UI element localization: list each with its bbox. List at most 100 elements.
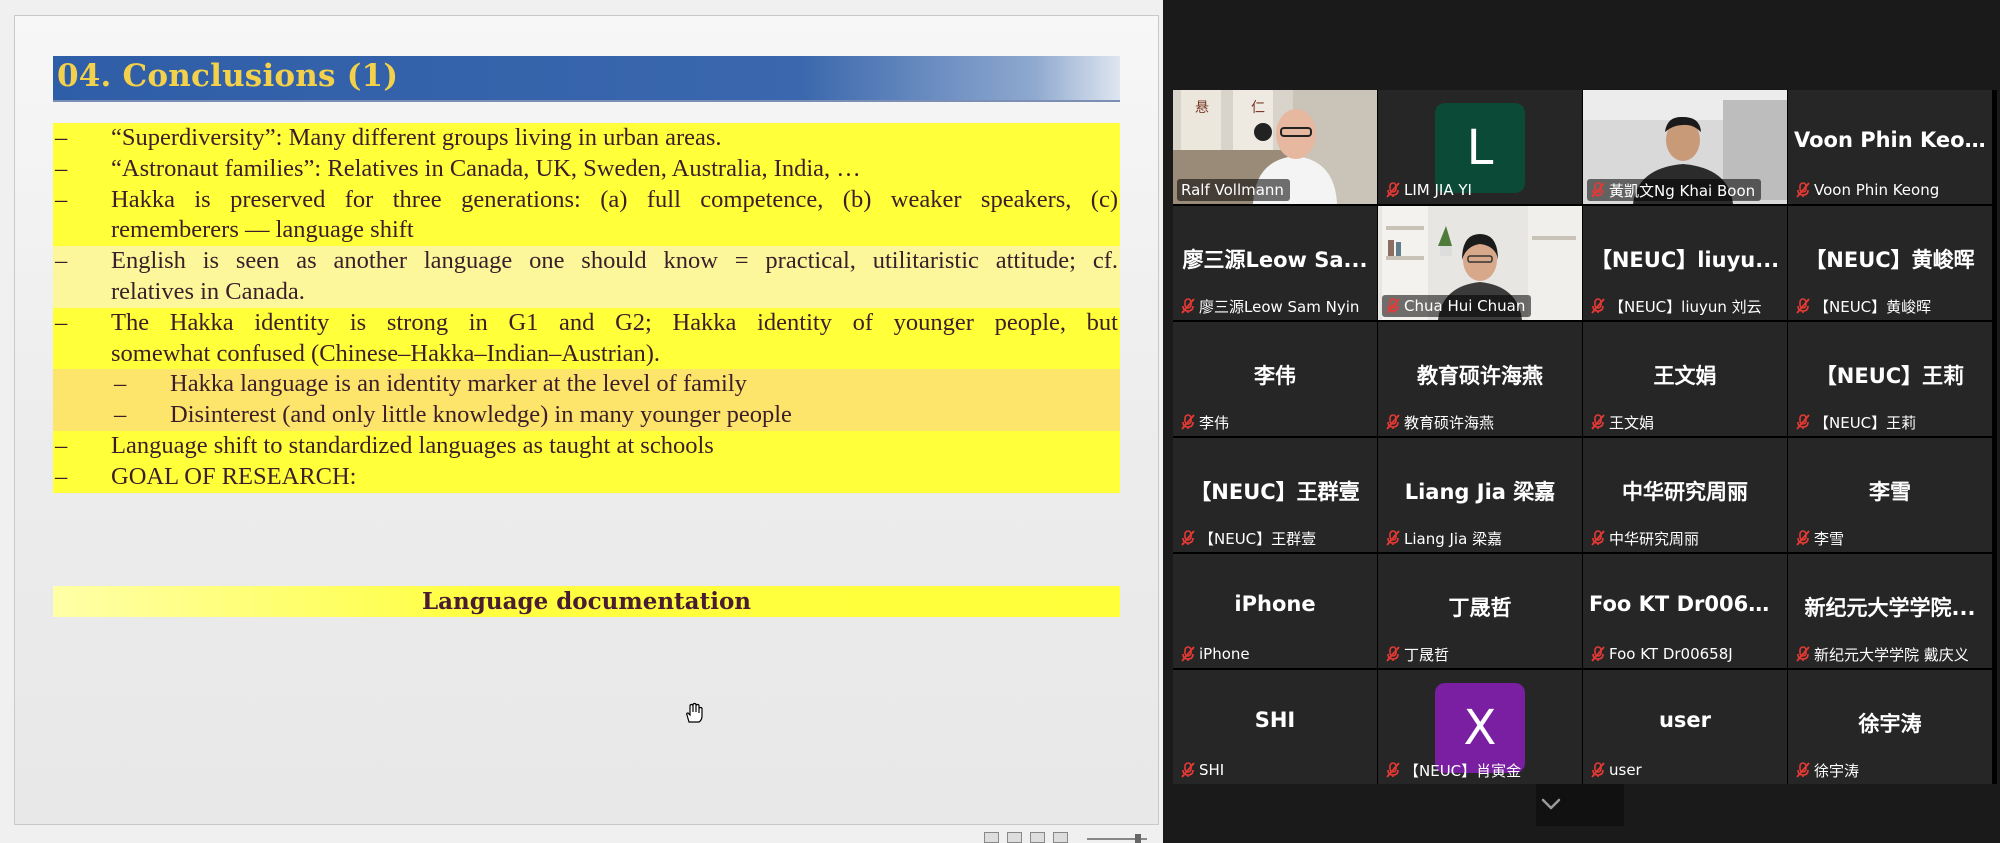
bullet-line: – Hakka is preserved for three generatio… [53,184,1120,216]
chevron-down-icon[interactable] [1537,794,1565,814]
participant-name: Liang Jia 梁嘉 [1404,529,1503,548]
participant-name: 【NEUC】liuyun 刘云 [1609,297,1762,316]
mic-muted-icon [1591,414,1605,430]
participant-tile[interactable]: 新纪元大学学院... 新纪元大学学院 戴庆义 [1788,554,1992,668]
participant-tile[interactable]: 徐宇涛 徐宇涛 [1788,670,1992,784]
participant-tile[interactable]: SHI SHI [1173,670,1377,784]
participant-name: Foo KT Dr00658J [1609,645,1733,663]
participant-display-name: Voon Phin Keong [1794,128,1986,152]
bullet-line: – Language shift to standardized languag… [53,430,1120,462]
participant-tile[interactable]: 【NEUC】liuyu... 【NEUC】liuyun 刘云 [1583,206,1787,320]
participant-name: 【NEUC】王莉 [1814,413,1917,432]
participant-name-label: Chua Hui Chuan [1382,295,1532,317]
participant-name-label: 【NEUC】黄峻晖 [1792,295,1937,317]
participant-tile[interactable]: 黃凱文Ng Khai Boon [1583,90,1787,204]
participant-display-name: 廖三源Leow Sa... [1182,248,1368,272]
mic-muted-icon [1386,530,1400,546]
mic-muted-icon [1591,646,1605,662]
participant-name-label: 【NEUC】liuyun 刘云 [1587,295,1768,317]
bullet-text: English is seen as another language one … [111,247,1118,275]
participant-name: 新纪元大学学院 戴庆义 [1814,645,1969,664]
participant-tile[interactable]: 中华研究周丽 中华研究周丽 [1583,438,1787,552]
participant-name-label: SHI [1177,759,1230,781]
participant-display-name: 李伟 [1254,364,1296,388]
bullet-text: GOAL OF RESEARCH: [111,462,357,490]
participant-tile[interactable]: Foo KT Dr00658J Foo KT Dr00658J [1583,554,1787,668]
bullet-dash: – [55,462,68,490]
participant-tile[interactable]: X 【NEUC】肖寅金 [1378,670,1582,784]
participant-tile[interactable]: 【NEUC】王莉 【NEUC】王莉 [1788,322,1992,436]
participant-name-label: user [1587,759,1648,781]
participant-tile[interactable]: 教育硕许海燕 教育硕许海燕 [1378,322,1582,436]
participant-name: 徐宇涛 [1814,761,1860,780]
participant-display-name: user [1658,708,1712,732]
slide-title: 04. Conclusions (1) [57,58,399,94]
mic-muted-icon [1181,762,1195,778]
svg-text:仁: 仁 [1251,100,1265,116]
bullet-line: – GOAL OF RESEARCH: [53,461,1120,493]
slideshow-view-button[interactable] [1053,832,1068,843]
participant-tile[interactable]: Liang Jia 梁嘉 Liang Jia 梁嘉 [1378,438,1582,552]
participant-name-label: 黃凱文Ng Khai Boon [1587,179,1762,201]
participant-name: SHI [1199,761,1225,779]
participant-tile[interactable]: iPhone iPhone [1173,554,1377,668]
hand-cursor-icon [686,702,703,723]
participant-grid: 悬 仁 Ralf Vollmann L LIM JIA YI 黃凱文Ng Kha… [1173,90,1997,784]
participant-name: Voon Phin Keong [1814,181,1940,199]
mic-muted-icon [1796,182,1810,198]
bullet-line: – “Astronaut families”: Relatives in Can… [53,153,1120,185]
sub-bullet-line: – Hakka language is an identity marker a… [53,369,1120,401]
participant-name: 李伟 [1199,413,1230,432]
participant-display-name: 丁晟哲 [1448,596,1512,620]
participant-display-name: 【NEUC】黄峻晖 [1805,248,1975,272]
participant-name-label: Ralf Vollmann [1177,179,1290,201]
reading-view-button[interactable] [1030,832,1045,843]
participant-name: Ralf Vollmann [1181,181,1284,199]
participant-name-label: Liang Jia 梁嘉 [1382,527,1508,549]
participant-tile[interactable]: 李伟 李伟 [1173,322,1377,436]
participant-display-name: 王文娟 [1653,364,1717,388]
participant-tile[interactable]: 【NEUC】黄峻晖 【NEUC】黄峻晖 [1788,206,1992,320]
participant-name-label: 丁晟哲 [1382,643,1455,665]
mic-muted-icon [1591,762,1605,778]
participant-tile[interactable]: Chua Hui Chuan [1378,206,1582,320]
participant-tile[interactable]: L LIM JIA YI [1378,90,1582,204]
shared-screen: 04. Conclusions (1) – “Superdiversity”: … [0,0,1163,843]
participant-name: 黃凱文Ng Khai Boon [1609,181,1756,200]
zoom-slider-thumb[interactable] [1135,834,1141,843]
participant-tile[interactable]: 【NEUC】王群壹 【NEUC】王群壹 [1173,438,1377,552]
bullet-text: The Hakka identity is strong in G1 and G… [111,308,1118,336]
mic-muted-icon [1386,298,1400,314]
participant-name-label: 李雪 [1792,527,1850,549]
participant-name: 教育硕许海燕 [1404,413,1495,432]
participant-tile[interactable]: Voon Phin Keong Voon Phin Keong [1788,90,1992,204]
participant-name: Chua Hui Chuan [1404,297,1526,315]
normal-view-button[interactable] [984,832,999,843]
participant-tile[interactable]: 李雪 李雪 [1788,438,1992,552]
mic-muted-icon [1591,298,1605,314]
bullet-text: “Superdiversity”: Many different groups … [111,124,722,151]
participant-display-name: 【NEUC】王群壹 [1190,480,1360,504]
participant-tile[interactable]: user user [1583,670,1787,784]
mic-muted-icon [1181,414,1195,430]
participant-name-label: 廖三源Leow Sam Nyin [1177,295,1365,317]
bullet-text: Language shift to standardized languages… [111,431,714,459]
mic-muted-icon [1796,298,1810,314]
participant-name-label: 李伟 [1177,411,1235,433]
participant-display-name: 【NEUC】liuyu... [1590,248,1780,272]
bullet-text: rememberers –– language shift [111,216,414,244]
bullet-dash: – [55,431,68,459]
participant-tile[interactable]: 悬 仁 Ralf Vollmann [1173,90,1377,204]
participant-display-name: 中华研究周丽 [1622,480,1748,504]
bullet-dash: – [55,185,68,213]
bullet-text: Hakka language is an identity marker at … [170,370,747,398]
participant-name-label: 教育硕许海燕 [1382,411,1500,433]
participant-tile[interactable]: 丁晟哲 丁晟哲 [1378,554,1582,668]
sorter-view-button[interactable] [1007,832,1022,843]
mic-muted-icon [1796,530,1810,546]
participant-name-label: iPhone [1177,643,1256,665]
bullet-dash: – [55,247,68,275]
participant-tile[interactable]: 王文娟 王文娟 [1583,322,1787,436]
bullet-text: Disinterest (and only little knowledge) … [170,401,792,429]
participant-tile[interactable]: 廖三源Leow Sa... 廖三源Leow Sam Nyin [1173,206,1377,320]
